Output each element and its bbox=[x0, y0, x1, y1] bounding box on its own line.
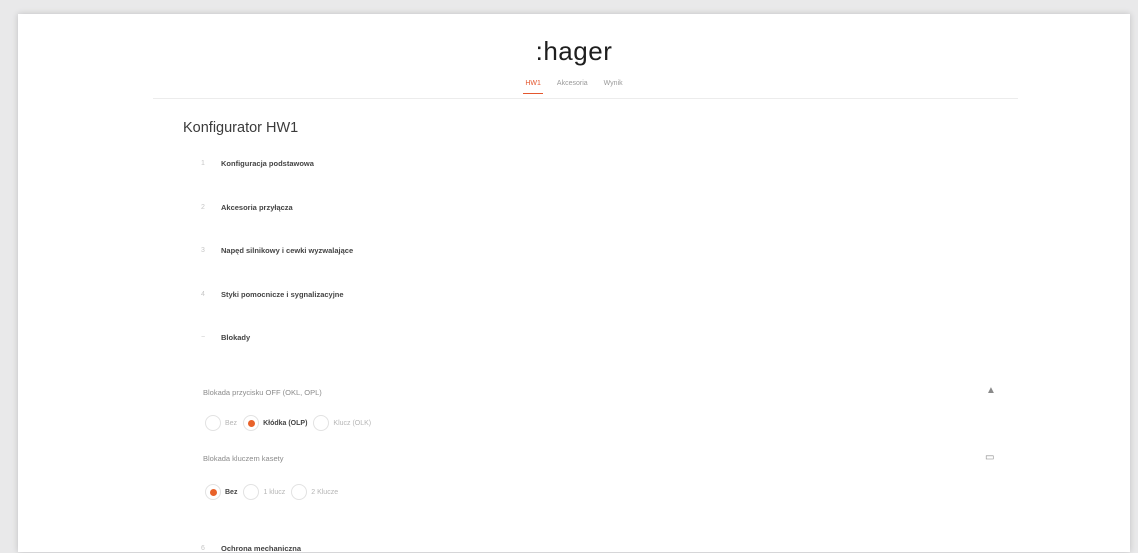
section-label: Styki pomocnicze i sygnalizacyjne bbox=[221, 290, 344, 299]
section-label: Konfiguracja podstawowa bbox=[221, 159, 314, 168]
radio-label: Bez bbox=[225, 419, 238, 427]
radio-option-klodka[interactable]: Kłódka (OLP) bbox=[243, 415, 307, 431]
radio-button-selected[interactable] bbox=[205, 484, 221, 500]
page-container: :hager HW1 Akcesoria Wynik Konfigurator … bbox=[18, 14, 1130, 553]
radio-group-blokada-off: Bez Kłódka (OLP) Klucz (OLK) bbox=[205, 415, 377, 431]
radio-option-2-klucze[interactable]: 2 Klucze bbox=[291, 484, 338, 500]
radio-label: Klucz (OLK) bbox=[333, 419, 372, 427]
section-number: 2 bbox=[201, 204, 205, 211]
radio-group-blokada-kasety: Bez 1 klucz 2 Klucze bbox=[205, 484, 344, 500]
tab-hw1[interactable]: HW1 bbox=[523, 80, 543, 94]
lock-icon: ▲ bbox=[986, 385, 996, 396]
section-konfiguracja-podstawowa[interactable]: 1 Konfiguracja podstawowa bbox=[201, 159, 314, 168]
section-styki-pomocnicze[interactable]: 4 Styki pomocnicze i sygnalizacyjne bbox=[201, 290, 344, 299]
monitor-icon: ▭ bbox=[985, 452, 995, 463]
radio-option-klucz[interactable]: Klucz (OLK) bbox=[313, 415, 371, 431]
tabs-divider bbox=[153, 98, 1018, 99]
section-naped-silnikowy[interactable]: 3 Napęd silnikowy i cewki wyzwalające bbox=[201, 246, 353, 255]
section-blokady[interactable]: − Blokady bbox=[201, 333, 250, 342]
section-akcesoria-przylacza[interactable]: 2 Akcesoria przyłącza bbox=[201, 203, 293, 212]
radio-button[interactable] bbox=[291, 484, 308, 500]
radio-label: 2 Klucze bbox=[311, 488, 339, 496]
collapse-icon: − bbox=[201, 334, 206, 341]
section-number: 4 bbox=[201, 291, 205, 298]
tab-wynik[interactable]: Wynik bbox=[602, 80, 625, 94]
radio-label: 1 klucz bbox=[263, 488, 286, 496]
page-title: Konfigurator HW1 bbox=[183, 120, 299, 136]
tab-akcesoria[interactable]: Akcesoria bbox=[555, 80, 590, 94]
radio-label: Kłódka (OLP) bbox=[263, 419, 308, 427]
radio-option-bez[interactable]: Bez bbox=[205, 415, 237, 431]
radio-label: Bez bbox=[225, 488, 238, 496]
radio-button[interactable] bbox=[313, 415, 330, 431]
tab-bar: HW1 Akcesoria Wynik bbox=[18, 80, 1130, 94]
section-label: Napęd silnikowy i cewki wyzwalające bbox=[221, 246, 354, 255]
blokada-off-label: Blokada przycisku OFF (OKL, OPL) bbox=[203, 388, 322, 397]
section-number: 3 bbox=[201, 247, 205, 254]
hager-logo[interactable]: :hager bbox=[18, 36, 1130, 67]
blokada-kasety-label: Blokada kluczem kasety bbox=[203, 454, 284, 463]
radio-button[interactable] bbox=[205, 415, 221, 431]
radio-button[interactable] bbox=[243, 484, 260, 500]
section-label: Akcesoria przyłącza bbox=[221, 203, 293, 212]
radio-option-1-klucz[interactable]: 1 klucz bbox=[243, 484, 285, 500]
section-number: 6 bbox=[201, 545, 205, 552]
radio-button-selected[interactable] bbox=[243, 415, 260, 431]
section-label: Blokady bbox=[221, 333, 251, 342]
section-number: 1 bbox=[201, 160, 205, 167]
radio-option-bez[interactable]: Bez bbox=[205, 484, 237, 500]
